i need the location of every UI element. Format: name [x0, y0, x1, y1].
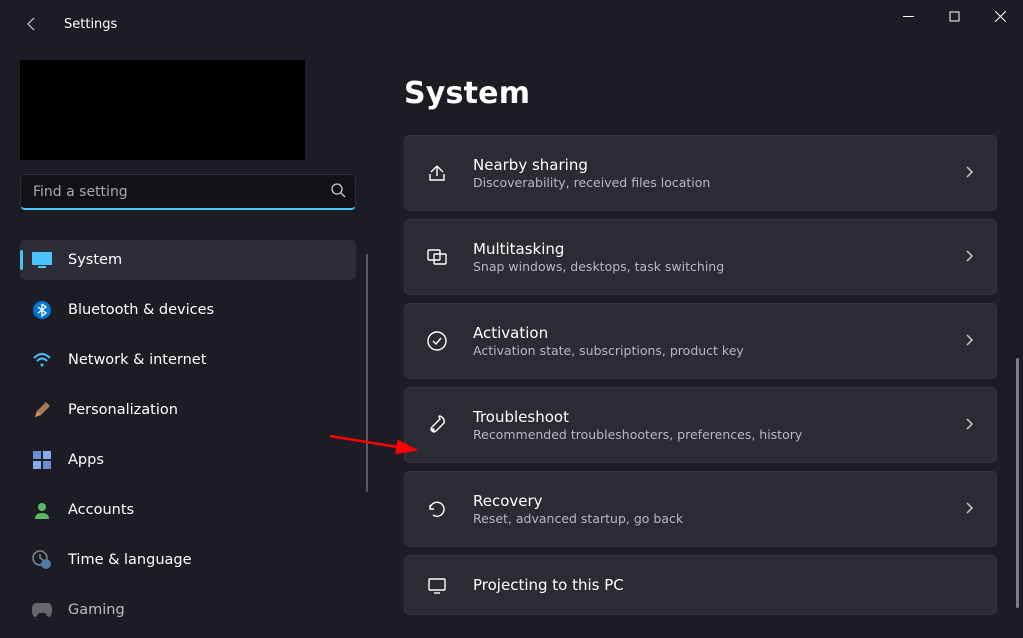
card-text: Nearby sharing Discoverability, received… — [473, 156, 938, 190]
search-input[interactable] — [20, 174, 356, 210]
card-subtitle: Discoverability, received files location — [473, 175, 938, 190]
sidebar-item-gaming[interactable]: Gaming — [20, 590, 356, 630]
sidebar-item-apps[interactable]: Apps — [20, 440, 356, 480]
sidebar-item-label: Accounts — [68, 502, 134, 518]
page-title: System — [404, 76, 997, 111]
sidebar-item-time-language[interactable]: Time & language — [20, 540, 356, 580]
card-subtitle: Activation state, subscriptions, product… — [473, 343, 938, 358]
sidebar-item-label: Bluetooth & devices — [68, 302, 214, 318]
card-subtitle: Recommended troubleshooters, preferences… — [473, 427, 938, 442]
sidebar-item-label: Time & language — [68, 552, 192, 568]
sidebar-item-label: Gaming — [68, 602, 125, 618]
sidebar-item-label: System — [68, 252, 122, 268]
wifi-icon — [32, 350, 52, 370]
card-text: Multitasking Snap windows, desktops, tas… — [473, 240, 938, 274]
chevron-right-icon — [962, 248, 976, 267]
card-text: Projecting to this PC — [473, 576, 976, 594]
person-icon — [32, 500, 52, 520]
card-text: Troubleshoot Recommended troubleshooters… — [473, 408, 938, 442]
app-title: Settings — [64, 17, 117, 32]
bluetooth-icon — [32, 300, 52, 320]
card-title: Nearby sharing — [473, 156, 938, 174]
sidebar-item-accounts[interactable]: Accounts — [20, 490, 356, 530]
card-title: Activation — [473, 324, 938, 342]
chevron-right-icon — [962, 416, 976, 435]
minimize-button[interactable] — [885, 0, 931, 32]
share-icon — [425, 161, 449, 185]
user-info-block — [20, 60, 305, 160]
card-multitasking[interactable]: Multitasking Snap windows, desktops, tas… — [404, 219, 997, 295]
back-button[interactable] — [22, 14, 42, 34]
sidebar-item-personalization[interactable]: Personalization — [20, 390, 356, 430]
apps-icon — [32, 450, 52, 470]
window-controls — [885, 0, 1023, 32]
wrench-icon — [425, 413, 449, 437]
card-recovery[interactable]: Recovery Reset, advanced startup, go bac… — [404, 471, 997, 547]
display-icon — [32, 250, 52, 270]
checkmark-circle-icon — [425, 329, 449, 353]
settings-list: Nearby sharing Discoverability, received… — [404, 135, 997, 619]
sidebar: System Bluetooth & devices Network & int… — [0, 48, 370, 631]
chevron-right-icon — [962, 500, 976, 519]
sidebar-item-network[interactable]: Network & internet — [20, 340, 356, 380]
clock-globe-icon — [32, 550, 52, 570]
card-nearby-sharing[interactable]: Nearby sharing Discoverability, received… — [404, 135, 997, 211]
card-activation[interactable]: Activation Activation state, subscriptio… — [404, 303, 997, 379]
search-icon — [330, 182, 346, 202]
card-text: Activation Activation state, subscriptio… — [473, 324, 938, 358]
card-title: Projecting to this PC — [473, 576, 976, 594]
paintbrush-icon — [32, 400, 52, 420]
card-troubleshoot[interactable]: Troubleshoot Recommended troubleshooters… — [404, 387, 997, 463]
nav-list: System Bluetooth & devices Network & int… — [20, 240, 356, 638]
sidebar-item-label: Personalization — [68, 402, 178, 418]
titlebar: Settings — [0, 0, 1023, 48]
card-title: Recovery — [473, 492, 938, 510]
sidebar-item-label: Network & internet — [68, 352, 206, 368]
card-title: Multitasking — [473, 240, 938, 258]
card-subtitle: Snap windows, desktops, task switching — [473, 259, 938, 274]
main-scrollbar[interactable] — [1016, 358, 1019, 608]
multitask-icon — [425, 245, 449, 269]
sidebar-item-label: Apps — [68, 452, 104, 468]
gamepad-icon — [32, 600, 52, 620]
main-content: System Nearby sharing Discoverability, r… — [370, 48, 1023, 631]
project-icon — [425, 573, 449, 597]
search-wrap — [20, 174, 356, 210]
sidebar-item-bluetooth[interactable]: Bluetooth & devices — [20, 290, 356, 330]
chevron-right-icon — [962, 164, 976, 183]
maximize-button[interactable] — [931, 0, 977, 32]
sidebar-item-system[interactable]: System — [20, 240, 356, 280]
card-text: Recovery Reset, advanced startup, go bac… — [473, 492, 938, 526]
recovery-icon — [425, 497, 449, 521]
card-projecting[interactable]: Projecting to this PC — [404, 555, 997, 615]
sidebar-scrollbar[interactable] — [366, 254, 368, 492]
chevron-right-icon — [962, 332, 976, 351]
card-title: Troubleshoot — [473, 408, 938, 426]
close-button[interactable] — [977, 0, 1023, 32]
card-subtitle: Reset, advanced startup, go back — [473, 511, 938, 526]
